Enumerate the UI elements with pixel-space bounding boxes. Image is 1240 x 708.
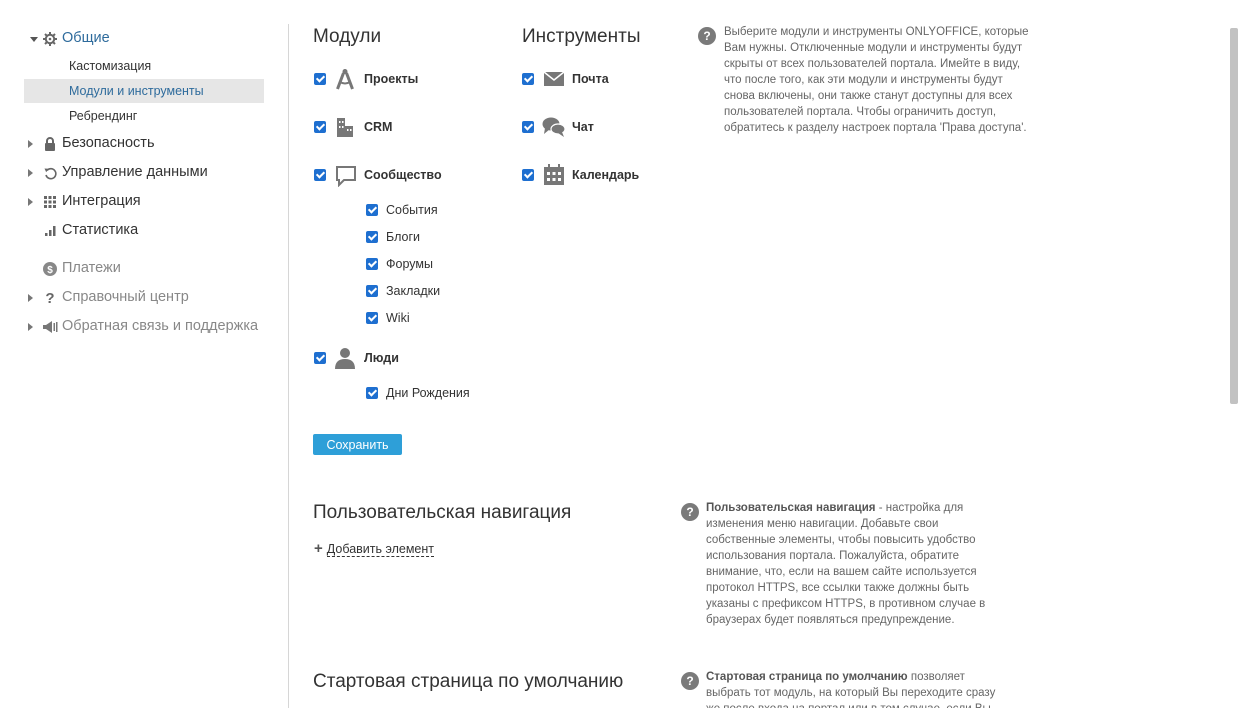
add-element-link[interactable]: + Добавить элемент (314, 540, 435, 557)
expand-arrow-icon[interactable] (28, 294, 33, 302)
sidebar-subitem-label: Модули и инструменты (69, 84, 204, 98)
custom-navigation-help-title: Пользовательская навигация (706, 502, 876, 514)
scrollbar[interactable] (1230, 28, 1238, 404)
start-page-help-title: Стартовая страница по умолчанию (706, 671, 908, 683)
chat-checkbox[interactable] (522, 121, 534, 133)
sidebar-item-label: Платежи (62, 260, 121, 276)
gear-icon (42, 31, 58, 47)
save-button[interactable]: Сохранить (313, 434, 402, 455)
crm-checkbox[interactable] (314, 121, 326, 133)
question-icon: ? (45, 289, 55, 307)
forums-checkbox[interactable] (366, 258, 378, 270)
tools-heading: Инструменты (522, 26, 641, 47)
projects-label: Проекты (364, 72, 419, 86)
people-label: Люди (364, 351, 399, 365)
calendar-label: Календарь (572, 168, 640, 182)
expand-arrow-icon[interactable] (28, 323, 33, 331)
grid-icon (42, 194, 58, 210)
start-page-help-text: Стартовая страница по умолчанию позволяе… (706, 669, 1006, 708)
compass-icon (334, 68, 356, 90)
help-icon[interactable]: ? (698, 27, 716, 45)
sidebar-subitem-label: Ребрендинг (69, 109, 138, 123)
bookmarks-checkbox[interactable] (366, 285, 378, 297)
custom-navigation-help-body: - настройка для изменения меню навигации… (706, 502, 986, 626)
restore-icon (42, 165, 58, 181)
expand-arrow-icon[interactable] (30, 37, 38, 42)
envelope-icon (543, 69, 565, 91)
projects-checkbox[interactable] (314, 73, 326, 85)
birthdays-checkbox[interactable] (366, 387, 378, 399)
sidebar-subitem-label: Кастомизация (69, 59, 152, 73)
calendar-checkbox[interactable] (522, 169, 534, 181)
divider (288, 24, 289, 708)
sidebar-subitem-rebranding[interactable]: Ребрендинг (24, 104, 264, 128)
calendar-icon (543, 164, 565, 186)
dollar-icon: $ (42, 261, 58, 277)
settings-sidebar: Общие Кастомизация Модули и инструменты … (0, 0, 288, 708)
chat-bubbles-icon (542, 116, 566, 138)
plus-icon: + (314, 540, 323, 557)
sidebar-item-label: Справочный центр (62, 289, 189, 305)
people-checkbox[interactable] (314, 352, 326, 364)
blogs-label: Блоги (386, 230, 420, 244)
wiki-checkbox[interactable] (366, 312, 378, 324)
mail-label: Почта (572, 72, 609, 86)
start-page-heading: Стартовая страница по умолчанию (313, 671, 624, 692)
sidebar-item-label: Управление данными (62, 164, 208, 180)
birthdays-label: Дни Рождения (386, 386, 470, 400)
events-label: События (386, 203, 438, 217)
sidebar-item-label: Общие (62, 30, 110, 46)
community-label: Сообщество (364, 168, 442, 182)
sidebar-subitem-customization[interactable]: Кастомизация (24, 54, 264, 78)
custom-navigation-heading: Пользовательская навигация (313, 502, 572, 523)
help-icon[interactable]: ? (681, 503, 699, 521)
expand-arrow-icon[interactable] (28, 169, 33, 177)
sidebar-subitem-modules-tools[interactable]: Модули и инструменты (24, 79, 264, 103)
sidebar-item-label: Безопасность (62, 135, 155, 151)
events-checkbox[interactable] (366, 204, 378, 216)
expand-arrow-icon[interactable] (28, 140, 33, 148)
building-icon (334, 116, 356, 138)
chat-label: Чат (572, 120, 594, 134)
speech-bubble-icon (335, 165, 357, 188)
add-element-label: Добавить элемент (326, 542, 435, 557)
community-checkbox[interactable] (314, 169, 326, 181)
modules-heading: Модули (313, 26, 382, 47)
sidebar-item-label: Статистика (62, 222, 139, 238)
bar-chart-icon (42, 223, 58, 239)
blogs-checkbox[interactable] (366, 231, 378, 243)
help-icon[interactable]: ? (681, 672, 699, 690)
sidebar-item-label: Интеграция (62, 193, 141, 209)
bookmarks-label: Закладки (386, 284, 441, 298)
sidebar-item-label: Обратная связь и поддержка (62, 318, 259, 334)
wiki-label: Wiki (386, 311, 410, 325)
crm-label: CRM (364, 120, 393, 134)
modules-help-text: Выберите модули и инструменты ONLYOFFICE… (724, 26, 1029, 134)
expand-arrow-icon[interactable] (28, 198, 33, 206)
svg-text:$: $ (47, 265, 53, 276)
person-icon (334, 347, 356, 369)
megaphone-icon (42, 319, 58, 335)
lock-icon (42, 136, 58, 152)
forums-label: Форумы (386, 257, 433, 271)
custom-navigation-help-text: Пользовательская навигация - настройка д… (706, 500, 1004, 628)
mail-checkbox[interactable] (522, 73, 534, 85)
